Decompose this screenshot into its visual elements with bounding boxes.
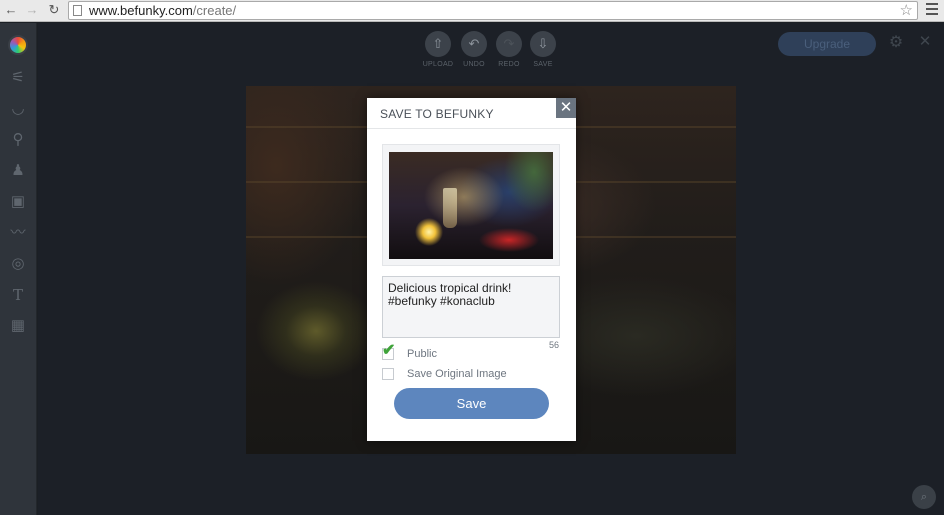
public-label: Public [407,348,437,360]
adjust-icon[interactable]: ⚟ [8,68,28,88]
reload-icon[interactable]: ↻ [46,2,62,18]
upload-icon: ⇧ [425,31,451,57]
frame-icon[interactable]: ▣ [8,192,28,212]
browser-toolbar: ← → ↻ www.befunky.com/create/ ☆ [0,0,944,22]
save-button[interactable]: Save [394,388,549,419]
character-count: 56 [548,340,559,350]
dialog-header: SAVE TO BEFUNKY [367,98,576,129]
shape-icon[interactable]: ◎ [8,254,28,274]
text-icon[interactable]: T [8,285,28,305]
url-host: www.befunky.com [89,3,193,18]
redo-icon: ↷ [496,31,522,57]
bookmark-star-icon[interactable]: ☆ [900,2,913,19]
lips-icon[interactable]: ◡ [8,99,28,119]
caption-text: Delicious tropical drink! #befunky #kona… [388,281,512,308]
url-path: /create/ [192,3,237,18]
dialog-title: SAVE TO BEFUNKY [380,107,494,121]
dialog-close-icon[interactable]: ✕ [556,98,576,118]
save-icon: ⇩ [530,31,556,57]
upgrade-button[interactable]: Upgrade [778,32,876,56]
mustache-icon[interactable]: 〰 [8,223,28,243]
save-action-label: SAVE [533,61,553,68]
back-arrow-icon[interactable]: ← [3,2,19,18]
drink-glass [443,188,457,228]
checkmark-icon: ✔ [382,342,396,359]
browser-menu-icon[interactable] [926,3,938,17]
zoom-icon[interactable]: ⌕ [912,485,936,509]
brush-icon[interactable]: ♟ [8,161,28,181]
image-thumbnail [389,152,553,259]
upload-button[interactable]: ⇧ UPLOAD [418,31,458,68]
touch-up-icon[interactable]: ⚲ [8,130,28,150]
page-icon [73,5,82,16]
url-text[interactable]: www.befunky.com/create/ [89,4,236,18]
save-action-button[interactable]: ⇩ SAVE [523,31,563,68]
befunky-logo-icon[interactable] [8,35,28,55]
tool-sidebar: ⚟ ◡ ⚲ ♟ ▣ 〰 ◎ T ▦ [0,23,37,515]
save-original-label: Save Original Image [407,368,507,380]
address-bar[interactable]: www.befunky.com/create/ ☆ [68,1,918,20]
close-icon[interactable]: ✕ [915,32,935,52]
save-dialog: SAVE TO BEFUNKY ✕ Delicious tropical dri… [367,98,576,441]
caption-textarea[interactable]: Delicious tropical drink! #befunky #kona… [382,276,560,338]
public-checkbox[interactable]: ✔ [382,343,395,360]
undo-button[interactable]: ↶ UNDO [454,31,494,68]
undo-icon: ↶ [461,31,487,57]
forward-arrow-icon[interactable]: → [24,2,40,18]
upload-label: UPLOAD [422,61,454,68]
undo-label: UNDO [463,61,485,68]
gear-icon[interactable]: ⚙ [886,33,906,53]
save-original-checkbox[interactable] [382,368,394,380]
texture-icon[interactable]: ▦ [8,316,28,336]
